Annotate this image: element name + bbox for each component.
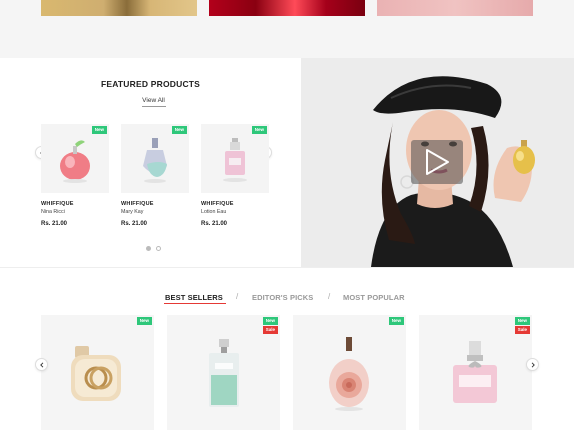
new-badge: New (136, 317, 152, 325)
product-card[interactable]: New (293, 315, 406, 430)
play-button[interactable] (411, 140, 463, 184)
sale-badge: Sale (514, 326, 530, 334)
product-image[interactable]: New (41, 124, 109, 193)
new-badge: New (262, 317, 278, 325)
view-all-underline (142, 106, 166, 107)
banner-pink[interactable] (377, 0, 533, 16)
carousel-dot-active[interactable] (146, 246, 151, 251)
product-name[interactable]: Lotion Eau (201, 209, 269, 215)
perfume-gucci-image (71, 346, 121, 401)
sale-badge: Sale (262, 326, 278, 334)
perfume-bottle-image (143, 138, 167, 183)
tab-separator: / (236, 292, 239, 301)
play-icon (426, 149, 449, 175)
active-tab-underline (164, 303, 226, 304)
perfume-rose-image (329, 337, 369, 411)
new-badge: New (251, 126, 267, 134)
banner-strip (0, 0, 574, 58)
new-badge: New (388, 317, 404, 325)
view-all-link[interactable]: View All (0, 97, 307, 104)
tab-most-popular[interactable]: MOST POPULAR (343, 293, 405, 302)
chevron-left-icon (39, 361, 43, 368)
tab-separator: / (328, 292, 331, 301)
product-image[interactable]: New (201, 124, 269, 193)
perfume-bottle-image (223, 138, 247, 182)
section-divider (0, 267, 574, 268)
perfume-apple-image (60, 140, 90, 183)
product-brand: WHIFFIQUE (201, 201, 234, 207)
product-card[interactable]: New Sale (167, 315, 280, 430)
banner-gold[interactable] (41, 0, 197, 16)
product-price: Rs. 21.00 (41, 221, 68, 227)
product-name[interactable]: Mary Kay (121, 209, 189, 215)
chevron-right-icon (531, 361, 535, 368)
new-badge: New (171, 126, 187, 134)
carousel-dot[interactable] (156, 246, 161, 251)
bestsellers-prev-button[interactable] (35, 358, 48, 371)
product-price: Rs. 21.00 (121, 221, 148, 227)
product-card[interactable]: New (41, 315, 154, 430)
section-title: FEATURED PRODUCTS (100, 79, 201, 89)
product-brand: WHIFFIQUE (41, 201, 74, 207)
product-card[interactable]: New WHIFFIQUE Nina Ricci Rs. 21.00 (41, 124, 109, 227)
tab-best-sellers[interactable]: BEST SELLERS (165, 293, 223, 302)
product-tabs: BEST SELLERS / EDITOR'S PICKS / MOST POP… (0, 292, 574, 307)
product-card[interactable]: New WHIFFIQUE Mary Kay Rs. 21.00 (121, 124, 189, 227)
product-card[interactable]: New Sale (419, 315, 532, 430)
product-card[interactable]: New WHIFFIQUE Lotion Eau Rs. 21.00 (201, 124, 269, 227)
product-name[interactable]: Nina Ricci (41, 209, 109, 215)
featured-products-section: FEATURED PRODUCTS View All New WHIFFIQUE… (0, 58, 301, 267)
banner-red[interactable] (209, 0, 365, 16)
new-badge: New (91, 126, 107, 134)
tab-editors-picks[interactable]: EDITOR'S PICKS (252, 293, 313, 302)
bestsellers-next-button[interactable] (526, 358, 539, 371)
product-brand: WHIFFIQUE (121, 201, 154, 207)
product-price: Rs. 21.00 (201, 221, 228, 227)
new-badge: New (514, 317, 530, 325)
promo-video[interactable] (301, 58, 574, 267)
product-image[interactable]: New (121, 124, 189, 193)
